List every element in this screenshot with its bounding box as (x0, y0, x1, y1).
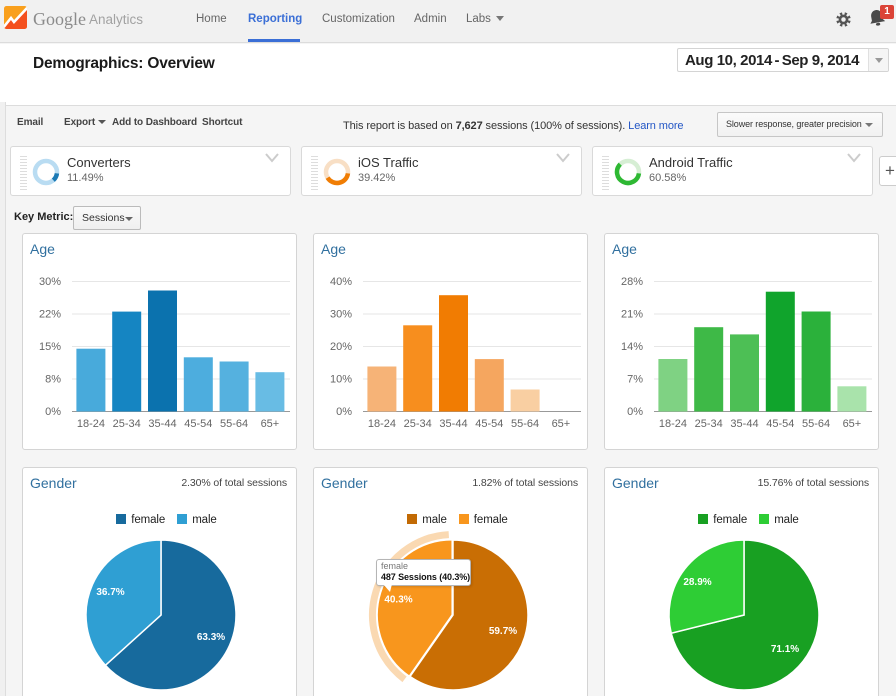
svg-text:18-24: 18-24 (368, 418, 396, 430)
svg-text:22%: 22% (39, 309, 61, 321)
svg-text:15%: 15% (39, 341, 61, 353)
svg-text:55-64: 55-64 (802, 418, 830, 430)
svg-text:25-34: 25-34 (695, 418, 723, 430)
svg-text:45-54: 45-54 (184, 418, 212, 430)
svg-text:65+: 65+ (843, 418, 862, 430)
svg-text:25-34: 25-34 (113, 418, 141, 430)
svg-text:8%: 8% (45, 374, 61, 386)
svg-text:0%: 0% (627, 406, 643, 418)
svg-text:30%: 30% (39, 276, 61, 288)
svg-text:28%: 28% (621, 276, 643, 288)
svg-text:36.7%: 36.7% (96, 587, 124, 598)
svg-text:7%: 7% (627, 374, 643, 386)
svg-text:65+: 65+ (552, 418, 571, 430)
svg-text:71.1%: 71.1% (771, 644, 799, 655)
svg-text:35-44: 35-44 (730, 418, 758, 430)
svg-text:55-64: 55-64 (220, 418, 248, 430)
svg-text:65+: 65+ (261, 418, 280, 430)
svg-text:10%: 10% (330, 374, 352, 386)
svg-text:28.9%: 28.9% (683, 577, 711, 588)
svg-text:21%: 21% (621, 309, 643, 321)
svg-text:63.3%: 63.3% (197, 632, 225, 643)
svg-text:20%: 20% (330, 341, 352, 353)
svg-text:35-44: 35-44 (148, 418, 176, 430)
svg-text:14%: 14% (621, 341, 643, 353)
svg-text:18-24: 18-24 (659, 418, 687, 430)
svg-text:40%: 40% (330, 276, 352, 288)
svg-text:0%: 0% (45, 406, 61, 418)
svg-text:59.7%: 59.7% (489, 626, 517, 637)
svg-text:45-54: 45-54 (766, 418, 794, 430)
svg-text:40.3%: 40.3% (384, 595, 412, 606)
svg-text:35-44: 35-44 (439, 418, 467, 430)
svg-text:18-24: 18-24 (77, 418, 105, 430)
svg-text:30%: 30% (330, 309, 352, 321)
svg-text:25-34: 25-34 (404, 418, 432, 430)
svg-text:0%: 0% (336, 406, 352, 418)
svg-text:55-64: 55-64 (511, 418, 539, 430)
svg-text:45-54: 45-54 (475, 418, 503, 430)
